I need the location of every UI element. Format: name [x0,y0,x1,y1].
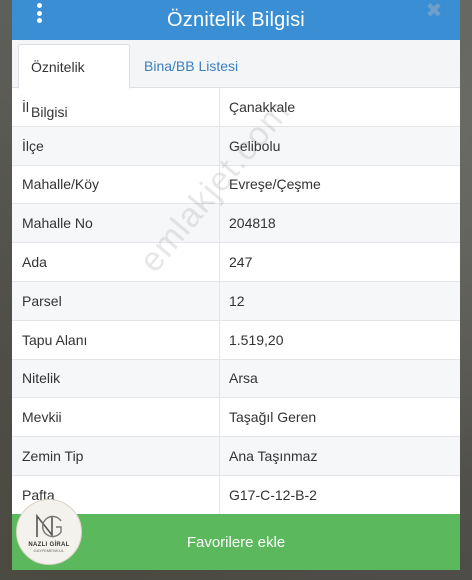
row-value: 247 [229,254,253,271]
tab-building-list[interactable]: Bina/BB Listesi [132,44,250,89]
row-label: İl [22,98,29,115]
attribute-info-dialog: Öznitelik Bilgisi ✖ Öznitelik Bilgisi Bi… [12,0,460,570]
row-label: İlçe [22,137,44,154]
row-value: Çanakkale [229,98,296,115]
row-label: Parsel [22,292,62,309]
agency-logo: NAZLI GİRAL GAYRİMENKUL [16,499,82,565]
row-label: Nitelik [22,370,61,387]
row-value: Ana Taşınmaz [229,448,318,465]
row-label: Ada [22,254,47,271]
row-value: Arsa [229,370,258,387]
row-label: Tapu Alanı [22,331,88,348]
row-value: 1.519,20 [229,331,284,348]
table-row: Ada 247 [12,243,460,282]
table-row: Parsel 12 [12,281,460,321]
tab-attribute-info[interactable]: Öznitelik Bilgisi [18,44,130,120]
row-value: G17-C-12-B-2 [229,486,317,503]
close-icon[interactable]: ✖ [424,0,444,24]
table-row: Mevkii Taşağıl Geren [12,398,460,438]
attribute-table: İl Çanakkale İlçe Gelibolu Mahalle/Köy E… [12,88,460,515]
table-row: Pafta G17-C-12-B-2 [12,475,460,515]
more-options-icon[interactable] [32,2,46,24]
row-value: Gelibolu [229,137,281,154]
row-value: 12 [229,292,245,309]
table-row: Zemin Tip Ana Taşınmaz [12,437,460,476]
table-row: Tapu Alanı 1.519,20 [12,320,460,360]
table-row: Mahalle/Köy Evreşe/Çeşme [12,165,460,205]
tab-bar: Öznitelik Bilgisi Bina/BB Listesi [12,40,460,120]
row-label: Mevkii [22,409,62,426]
agency-subtitle: GAYRİMENKUL [33,548,65,553]
row-label: Zemin Tip [22,448,84,465]
row-value: Evreşe/Çeşme [229,176,321,193]
dialog-header: Öznitelik Bilgisi ✖ [12,0,460,40]
row-label: Mahalle No [22,215,93,232]
dialog-title: Öznitelik Bilgisi [167,8,305,31]
row-value: 204818 [229,215,276,232]
table-row: Mahalle No 204818 [12,204,460,244]
row-value: Taşağıl Geren [229,409,317,426]
row-label: Mahalle/Köy [22,176,100,193]
table-row: İlçe Gelibolu [12,126,460,166]
agency-monogram-icon [36,513,62,538]
table-row: Nitelik Arsa [12,359,460,399]
table-row: İl Çanakkale [12,88,460,127]
